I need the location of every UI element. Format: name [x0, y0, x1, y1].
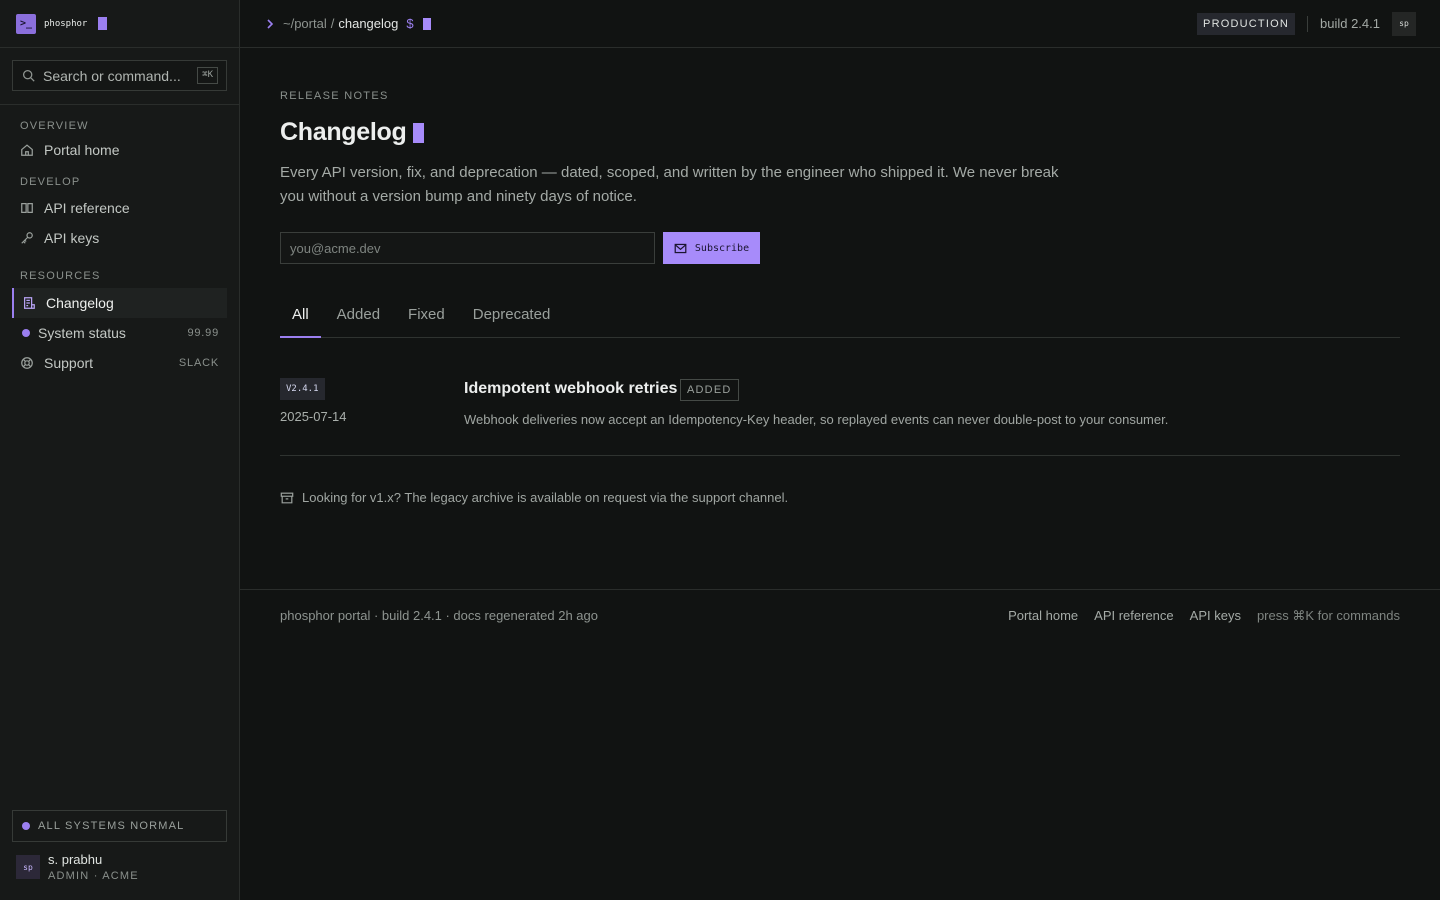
- avatar: sp: [16, 855, 40, 879]
- sidebar-item-label: System status: [38, 325, 126, 341]
- sidebar-item-changelog[interactable]: Changelog: [12, 288, 227, 318]
- subscribe-label: Subscribe: [694, 242, 750, 254]
- search-input[interactable]: [43, 67, 183, 84]
- breadcrumb: ~/portal / changelog $: [240, 16, 431, 31]
- page-title: Changelog: [280, 118, 407, 146]
- sidebar-item-label: API keys: [44, 230, 100, 246]
- footer-meta: phosphor portal · build 2.4.1 · docs reg…: [280, 608, 598, 623]
- terminal-logo-icon: >_: [16, 13, 36, 34]
- nav-overview: OVERVIEW Portal home: [0, 119, 239, 165]
- sidebar-item-label: Portal home: [44, 142, 120, 158]
- user-profile[interactable]: sp s. prabhu ADMIN · ACME: [16, 852, 139, 882]
- entry-description: Webhook deliveries now accept an Idempot…: [464, 412, 1169, 427]
- avatar[interactable]: sp: [1392, 11, 1416, 36]
- support-channel: SLACK: [178, 357, 219, 369]
- build-version: build 2.4.1: [1320, 16, 1380, 31]
- shortcut-hint: ⌘K: [197, 67, 218, 84]
- top-bar: ~/portal / changelog $ PRODUCTION build …: [240, 0, 1440, 48]
- entry-title[interactable]: Idempotent webhook retries: [464, 380, 677, 398]
- search-area: ⌘K: [0, 48, 239, 105]
- sidebar-item-support[interactable]: Support SLACK: [12, 348, 227, 378]
- chevron-right-icon: [267, 18, 274, 29]
- sidebar-item-label: Changelog: [46, 295, 114, 311]
- nav-heading-resources: RESOURCES: [20, 270, 101, 282]
- sidebar-item-system-status[interactable]: System status 99.99: [12, 318, 227, 348]
- tab-added[interactable]: Added: [325, 306, 392, 338]
- sidebar-item-portal-home[interactable]: Portal home: [12, 135, 227, 165]
- search-icon: [22, 69, 35, 82]
- footer: phosphor portal · build 2.4.1 · docs reg…: [240, 589, 1440, 641]
- mail-icon: [674, 243, 687, 253]
- breadcrumb-current: changelog: [338, 16, 399, 31]
- scroll-icon: [24, 297, 35, 309]
- archive-icon: [280, 492, 294, 503]
- home-icon: [21, 144, 33, 156]
- system-status-indicator[interactable]: ALL SYSTEMS NORMAL: [12, 810, 227, 842]
- user-name: s. prabhu: [48, 852, 103, 867]
- subscribe-button[interactable]: Subscribe: [663, 232, 760, 264]
- footer-link-api-reference[interactable]: API reference: [1094, 608, 1174, 624]
- system-status-text: ALL SYSTEMS NORMAL: [38, 820, 185, 832]
- footer-link-portal-home[interactable]: Portal home: [1008, 608, 1078, 624]
- sidebar-item-label: API reference: [44, 200, 130, 216]
- brand[interactable]: >_ phosphor: [0, 0, 239, 48]
- lifebuoy-icon: [21, 357, 33, 369]
- eyebrow: RELEASE NOTES: [280, 90, 389, 102]
- page-description: Every API version, fix, and deprecation …: [280, 164, 1059, 205]
- tab-fixed[interactable]: Fixed: [396, 306, 457, 338]
- archive-note: Looking for v1.x? The legacy archive is …: [280, 490, 788, 505]
- sidebar-item-label: Support: [44, 355, 94, 371]
- email-field[interactable]: [280, 232, 655, 264]
- status-dot-icon: [22, 329, 30, 337]
- archive-note-text: Looking for v1.x? The legacy archive is …: [302, 490, 789, 505]
- divider: [1307, 15, 1308, 32]
- command-hint: press ⌘K for commands: [1256, 607, 1400, 623]
- sidebar-item-api-keys[interactable]: API keys: [12, 223, 227, 253]
- version-badge: V2.4.1: [280, 378, 325, 400]
- sidebar: >_ phosphor ⌘K OVERVIEW Portal home DEVE…: [0, 0, 240, 900]
- entry-date: 2025-07-14: [280, 409, 347, 424]
- cursor-block: [422, 17, 431, 30]
- nav-heading-overview: OVERVIEW: [20, 120, 89, 132]
- shell-prompt: $: [406, 16, 414, 31]
- cursor-block: [98, 17, 108, 30]
- cursor-block: [413, 122, 425, 143]
- tab-deprecated[interactable]: Deprecated: [461, 306, 563, 338]
- user-role: ADMIN · ACME: [48, 870, 139, 882]
- filter-tabs: All Added Fixed Deprecated: [280, 306, 1400, 338]
- breadcrumb-path[interactable]: ~/portal: [283, 16, 327, 31]
- breadcrumb-separator: /: [330, 16, 335, 31]
- change-type-tag: ADDED: [680, 379, 739, 401]
- subscribe-form: Subscribe: [280, 232, 760, 264]
- nav-heading-develop: DEVELOP: [20, 176, 81, 188]
- nav-resources: RESOURCES Changelog System status 99.99 …: [0, 269, 239, 378]
- book-icon: [21, 203, 33, 213]
- footer-link-api-keys[interactable]: API keys: [1190, 608, 1241, 624]
- search-box[interactable]: ⌘K: [12, 60, 227, 91]
- uptime-value: 99.99: [187, 327, 219, 339]
- environment-badge: PRODUCTION: [1197, 12, 1295, 35]
- brand-name: phosphor: [44, 18, 88, 29]
- nav-develop: DEVELOP API reference API keys: [0, 175, 239, 253]
- status-dot-icon: [22, 822, 30, 830]
- sidebar-item-api-reference[interactable]: API reference: [12, 193, 227, 223]
- changelog-entry[interactable]: V2.4.1 2025-07-14 Idempotent webhook ret…: [280, 378, 1400, 456]
- key-icon: [21, 232, 33, 244]
- tab-all[interactable]: All: [280, 306, 321, 338]
